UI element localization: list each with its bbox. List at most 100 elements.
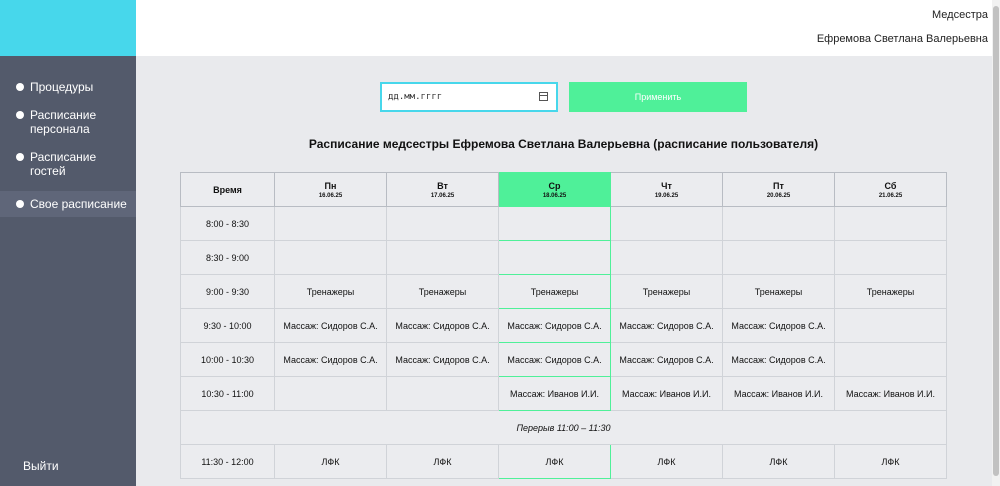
bullet-icon [16, 153, 24, 161]
schedule-cell[interactable]: Массаж: Сидоров С.А. [722, 342, 835, 377]
day-date: 21.06.25 [878, 192, 903, 199]
apply-button[interactable]: Применить [569, 82, 747, 112]
calendar-icon[interactable] [539, 92, 548, 101]
scrollbar[interactable] [992, 0, 1000, 486]
schedule-cell[interactable] [610, 240, 723, 275]
scrollbar-thumb[interactable] [993, 6, 999, 476]
time-column-header: Время [180, 172, 275, 207]
schedule-cell[interactable]: Массаж: Сидоров С.А. [386, 342, 499, 377]
schedule-cell[interactable] [498, 206, 611, 241]
schedule-cell[interactable]: Массаж: Сидоров С.А. [722, 308, 835, 343]
date-input[interactable]: дд.мм.гггг [380, 82, 558, 112]
day-header: Пт 20.06.25 [722, 172, 835, 207]
schedule-cell[interactable]: Массаж: Сидоров С.А. [498, 342, 611, 377]
day-header: Ср 18.06.25 [498, 172, 611, 207]
day-header: Вт 17.06.25 [386, 172, 499, 207]
header: Медсестра Ефремова Светлана Валерьевна [136, 0, 992, 56]
break-row: Перерыв 11:00 – 11:30 [180, 410, 947, 445]
sidebar-item-guest-schedule[interactable]: Расписание гостей [0, 150, 136, 178]
table-row: 10:00 - 10:30 Массаж: Сидоров С.А. Массаж:… [180, 342, 947, 377]
page-title: Расписание медсестры Ефремова Светлана В… [308, 137, 819, 151]
time-cell: 11:30 - 12:00 [180, 444, 275, 479]
schedule-cell[interactable] [834, 240, 947, 275]
schedule-cell[interactable] [610, 206, 723, 241]
day-header: Чт 19.06.25 [610, 172, 723, 207]
bullet-icon [16, 111, 24, 119]
day-name: Пт [773, 180, 784, 191]
sidebar-item-staff-schedule[interactable]: Расписание персонала [0, 108, 136, 136]
schedule-cell[interactable]: Тренажеры [722, 274, 835, 309]
time-cell: 9:30 - 10:00 [180, 308, 275, 343]
sidebar-item-label: Расписание персонала [30, 108, 97, 136]
schedule-cell[interactable] [274, 240, 387, 275]
schedule-cell[interactable]: Тренажеры [386, 274, 499, 309]
sidebar-item-label: Свое расписание [30, 197, 127, 211]
schedule-header-row: Время Пн 16.06.25 Вт 17.06.25 Ср 18.06.25 Чт 19… [180, 172, 947, 207]
schedule-cell[interactable] [834, 308, 947, 343]
schedule-cell[interactable]: ЛФК [610, 444, 723, 479]
schedule-cell[interactable]: Массаж: Иванов И.И. [722, 376, 835, 411]
schedule-cell[interactable]: ЛФК [274, 444, 387, 479]
time-cell: 10:30 - 11:00 [180, 376, 275, 411]
table-row: 9:00 - 9:30 Тренажеры Тренажеры Тренажеры Тр… [180, 274, 947, 309]
table-row: 8:30 - 9:00 [180, 240, 947, 275]
day-name: Чт [661, 180, 672, 191]
schedule-cell[interactable]: Тренажеры [834, 274, 947, 309]
sidebar: Процедуры Расписание персонала Расписани… [0, 56, 136, 486]
schedule-cell[interactable] [834, 206, 947, 241]
schedule-cell[interactable]: Массаж: Сидоров С.А. [610, 308, 723, 343]
day-name: Пн [324, 180, 337, 191]
schedule-cell[interactable]: Массаж: Сидоров С.А. [274, 308, 387, 343]
time-cell: 9:00 - 9:30 [180, 274, 275, 309]
schedule-cell[interactable]: Массаж: Сидоров С.А. [498, 308, 611, 343]
schedule-table: Время Пн 16.06.25 Вт 17.06.25 Ср 18.06.25 Чт 19… [180, 172, 947, 479]
schedule-cell[interactable] [722, 206, 835, 241]
sidebar-item-label: Процедуры [30, 80, 94, 94]
user-name: Ефремова Светлана Валерьевна [816, 33, 988, 45]
time-cell: 10:00 - 10:30 [180, 342, 275, 377]
day-date: 18.06.25 [542, 192, 567, 199]
user-role: Медсестра [932, 9, 988, 21]
schedule-cell[interactable] [386, 206, 499, 241]
schedule-cell[interactable] [498, 240, 611, 275]
schedule-cell[interactable]: Массаж: Иванов И.И. [610, 376, 723, 411]
day-name: Сб [884, 180, 897, 191]
day-header: Сб 21.06.25 [834, 172, 947, 207]
logo-block [0, 0, 136, 56]
schedule-cell[interactable]: ЛФК [386, 444, 499, 479]
schedule-cell[interactable]: ЛФК [722, 444, 835, 479]
schedule-cell[interactable]: Тренажеры [610, 274, 723, 309]
schedule-cell[interactable]: Массаж: Иванов И.И. [834, 376, 947, 411]
schedule-cell[interactable]: Массаж: Иванов И.И. [498, 376, 611, 411]
break-cell: Перерыв 11:00 – 11:30 [180, 410, 947, 445]
day-name: Вт [437, 180, 448, 191]
day-name: Ср [548, 180, 561, 191]
time-cell: 8:00 - 8:30 [180, 206, 275, 241]
day-date: 17.06.25 [430, 192, 455, 199]
schedule-cell[interactable]: Массаж: Сидоров С.А. [610, 342, 723, 377]
day-date: 16.06.25 [318, 192, 343, 199]
table-row: 10:30 - 11:00 Массаж: Иванов И.И. Массаж: … [180, 376, 947, 411]
table-row: 11:30 - 12:00 ЛФК ЛФК ЛФК ЛФК ЛФК ЛФК [180, 444, 947, 479]
schedule-cell[interactable]: ЛФК [834, 444, 947, 479]
sidebar-item-label: Расписание гостей [30, 150, 97, 178]
schedule-cell[interactable] [274, 206, 387, 241]
schedule-cell[interactable] [386, 376, 499, 411]
schedule-cell[interactable]: Массаж: Сидоров С.А. [274, 342, 387, 377]
logout-button[interactable]: Выйти [23, 459, 59, 473]
schedule-cell[interactable]: Массаж: Сидоров С.А. [386, 308, 499, 343]
schedule-cell[interactable] [386, 240, 499, 275]
day-date: 19.06.25 [654, 192, 679, 199]
schedule-cell[interactable]: Тренажеры [498, 274, 611, 309]
day-date: 20.06.25 [766, 192, 791, 199]
bullet-icon [16, 83, 24, 91]
schedule-cell[interactable] [834, 342, 947, 377]
schedule-cell[interactable] [274, 376, 387, 411]
schedule-cell[interactable] [722, 240, 835, 275]
table-row: 8:00 - 8:30 [180, 206, 947, 241]
schedule-cell[interactable]: ЛФК [498, 444, 611, 479]
sidebar-item-procedures[interactable]: Процедуры [0, 80, 136, 94]
sidebar-item-own-schedule[interactable]: Свое расписание [0, 191, 136, 217]
schedule-cell[interactable]: Тренажеры [274, 274, 387, 309]
bullet-icon [16, 200, 24, 208]
